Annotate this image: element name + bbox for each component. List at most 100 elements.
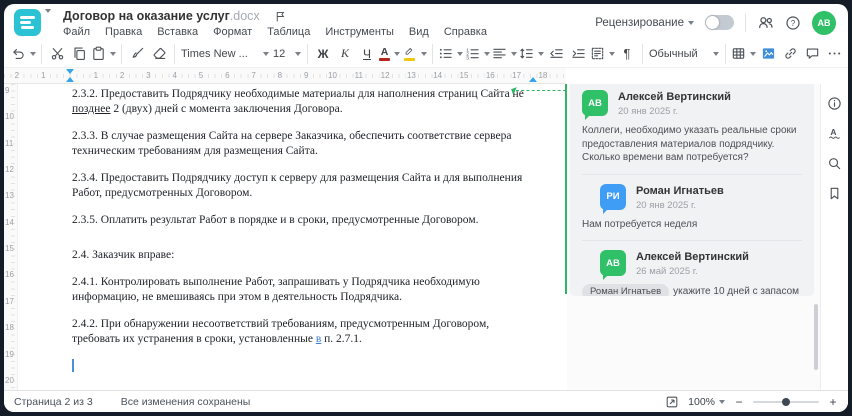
insert-image-icon bbox=[761, 46, 776, 61]
right-indent-marker[interactable] bbox=[529, 77, 537, 82]
comment[interactable]: АВ Алексей Вертинский 20 янв 2025 г. Коллег… bbox=[582, 90, 802, 165]
toolbar-separator bbox=[41, 43, 42, 64]
menu-item-вид[interactable]: Вид bbox=[409, 26, 429, 38]
svg-text:А: А bbox=[830, 127, 836, 137]
font-size-combo[interactable]: 12 bbox=[271, 48, 303, 60]
numbered-list-button[interactable]: 123 bbox=[464, 43, 491, 65]
app-logo[interactable] bbox=[14, 9, 41, 36]
zoom-value-dropdown[interactable]: 100% bbox=[688, 396, 725, 408]
fit-width-icon[interactable] bbox=[665, 395, 679, 409]
font-size-value: 12 bbox=[273, 47, 286, 60]
ruler-number: 4 bbox=[171, 71, 178, 80]
highlight-button[interactable] bbox=[401, 43, 428, 65]
font-color-button[interactable]: А bbox=[378, 43, 401, 65]
zoom-slider[interactable] bbox=[753, 397, 819, 406]
user-avatar[interactable]: АВ bbox=[812, 10, 836, 35]
format-painter-button[interactable] bbox=[126, 43, 148, 65]
cut-button[interactable] bbox=[46, 43, 68, 65]
table-icon bbox=[731, 46, 746, 61]
vertical-scrollbar[interactable] bbox=[814, 304, 818, 370]
collaborators-icon[interactable] bbox=[757, 14, 774, 31]
paragraph-settings-button[interactable] bbox=[589, 43, 616, 65]
ruler-number: 11 bbox=[5, 138, 14, 148]
review-toggle[interactable] bbox=[705, 15, 734, 30]
table-button[interactable] bbox=[730, 43, 757, 65]
zoom-slider-handle[interactable] bbox=[782, 397, 790, 406]
zoom-in-button[interactable]: + bbox=[828, 395, 838, 409]
status-bar: Страница 2 из 3 Все изменения сохранены … bbox=[4, 390, 848, 412]
ruler-number: 18 bbox=[5, 323, 14, 333]
underline-button[interactable]: Ч bbox=[356, 43, 378, 65]
eraser-button[interactable] bbox=[148, 43, 170, 65]
svg-text:3: 3 bbox=[466, 56, 469, 62]
text-run: 2.3.3. В случае размещения Сайта на серв… bbox=[72, 130, 512, 157]
chevron-down-icon bbox=[394, 51, 400, 56]
page-indicator[interactable]: Страница 2 из 3 bbox=[14, 396, 93, 408]
insert-comment-button[interactable] bbox=[801, 43, 823, 65]
comment-author: Роман Игнатьев bbox=[636, 184, 724, 197]
insert-image-button[interactable] bbox=[757, 43, 779, 65]
info-icon[interactable] bbox=[827, 96, 842, 111]
comments-panel: АВ Алексей Вертинский 20 янв 2025 г. Коллег… bbox=[567, 84, 820, 390]
cut-icon bbox=[50, 46, 65, 61]
menu-item-инструменты[interactable]: Инструменты bbox=[325, 26, 394, 38]
vertical-ruler[interactable]: 9 10 11 12 13 14 15 16 17 18 19 20 bbox=[4, 84, 18, 390]
toolbar-separator bbox=[174, 43, 175, 64]
left-indent-marker[interactable] bbox=[66, 77, 74, 82]
align-button[interactable] bbox=[491, 43, 518, 65]
comment-meta: Роман Игнатьев 20 янв 2025 г. bbox=[636, 184, 724, 211]
comment-thread-card[interactable]: АВ Алексей Вертинский 20 янв 2025 г. Коллег… bbox=[570, 84, 814, 296]
bold-button[interactable]: Ж bbox=[312, 43, 334, 65]
ruler-number: 5 bbox=[197, 71, 205, 80]
link-button[interactable] bbox=[779, 43, 801, 65]
indent-button[interactable] bbox=[567, 43, 589, 65]
ruler-number: 15 bbox=[458, 71, 470, 80]
comment-meta: Алексей Вертинский 20 янв 2025 г. bbox=[618, 90, 731, 117]
zoom-out-button[interactable]: − bbox=[734, 395, 744, 409]
paste-button[interactable] bbox=[90, 43, 117, 65]
toolbar-separator bbox=[307, 43, 308, 64]
favorite-flag-icon[interactable] bbox=[274, 10, 287, 23]
more-button[interactable] bbox=[823, 43, 845, 65]
chevron-down-icon bbox=[750, 51, 756, 56]
first-line-indent-marker[interactable] bbox=[66, 69, 74, 74]
outdent-button[interactable] bbox=[545, 43, 567, 65]
mention-pill[interactable]: Роман Игнатьев bbox=[582, 284, 670, 296]
menu-item-формат[interactable]: Формат bbox=[213, 26, 252, 38]
undo-button[interactable] bbox=[10, 43, 37, 65]
spellcheck-icon[interactable]: А bbox=[827, 126, 842, 141]
header-right: Рецензирование ? АВ bbox=[595, 9, 836, 36]
menu-item-правка[interactable]: Правка bbox=[105, 26, 142, 38]
search-icon[interactable] bbox=[827, 156, 842, 171]
comment-reply[interactable]: РИ Роман Игнатьев 20 янв 2025 г. Нам потреб… bbox=[582, 183, 802, 232]
help-icon[interactable]: ? bbox=[785, 15, 801, 31]
paragraph-style-combo[interactable]: Обычный bbox=[647, 48, 721, 60]
document-page[interactable]: 2.3.2. Предоставить Подрядчику необходим… bbox=[18, 84, 566, 390]
line-spacing-button[interactable] bbox=[518, 43, 545, 65]
menu-item-файл[interactable]: Файл bbox=[63, 26, 90, 38]
horizontal-ruler[interactable]: 1 2 1 2 3 4 5 6 7 8 9 10 11 12 13 14 15 16 17 18 bbox=[4, 68, 566, 84]
bullet-list-button[interactable] bbox=[437, 43, 464, 65]
review-mode-dropdown[interactable]: Рецензирование bbox=[595, 17, 694, 29]
copy-icon bbox=[72, 46, 87, 61]
bookmark-icon[interactable] bbox=[827, 186, 842, 201]
menu-item-справка[interactable]: Справка bbox=[444, 26, 487, 38]
italic-button[interactable]: К bbox=[334, 43, 356, 65]
ruler-number: 20 bbox=[5, 375, 14, 385]
chevron-down-icon bbox=[713, 51, 719, 56]
pilcrow-button[interactable]: ¶ bbox=[616, 43, 638, 65]
ruler-number: 3 bbox=[145, 71, 152, 80]
copy-button[interactable] bbox=[68, 43, 90, 65]
link-icon bbox=[783, 46, 798, 61]
document-title[interactable]: Договор на оказание услуг bbox=[63, 9, 230, 23]
document-text[interactable]: 2.3.2. Предоставить Подрядчику необходим… bbox=[72, 87, 534, 386]
menu-item-вставка[interactable]: Вставка bbox=[157, 26, 198, 38]
comment-reply[interactable]: АВ Алексей Вертинский 26 май 2025 г. Роман … bbox=[582, 250, 802, 296]
menu-item-таблица[interactable]: Таблица bbox=[267, 26, 310, 38]
paragraph: 2.3.3. В случае размещения Сайта на серв… bbox=[72, 129, 534, 159]
logo-caret-icon[interactable] bbox=[45, 9, 51, 13]
right-sidebar: А bbox=[820, 84, 848, 390]
toolbar-separator bbox=[432, 43, 433, 64]
pilcrow-icon: ¶ bbox=[623, 45, 631, 61]
font-name-combo[interactable]: Times New ... bbox=[179, 48, 271, 60]
